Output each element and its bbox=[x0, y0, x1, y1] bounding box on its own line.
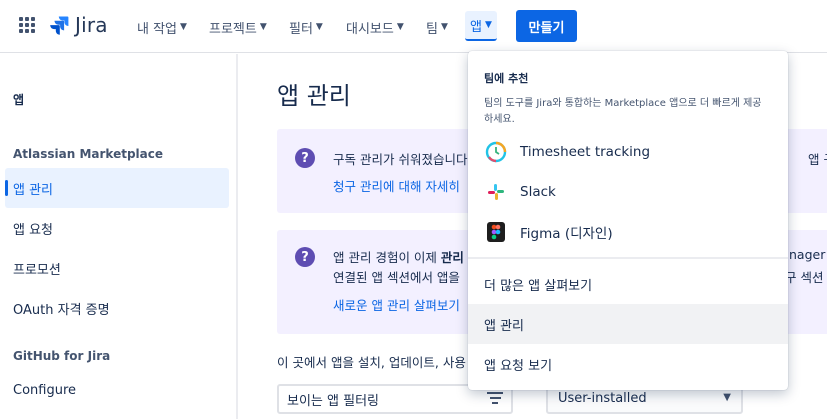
sidebar-item-configure[interactable]: Configure bbox=[5, 370, 229, 410]
question-icon: ? bbox=[295, 247, 315, 267]
chevron-down-icon: ▼ bbox=[259, 22, 267, 32]
sidebar-item-app-requests[interactable]: 앱 요청 bbox=[5, 208, 229, 248]
install-description: 이 곳에서 앱을 설치, 업데이트, 사용 bbox=[277, 355, 466, 370]
sidebar-item-label: 앱 관리 bbox=[13, 182, 54, 198]
panel-text-line2: 연결된 앱 섹션에서 앱을 bbox=[333, 270, 460, 285]
chevron-down-icon: ▼ bbox=[396, 22, 404, 32]
nav-teams[interactable]: 팀 ▼ bbox=[426, 16, 448, 38]
dropdown-app-timesheet[interactable]: Timesheet tracking bbox=[468, 132, 788, 172]
sidebar-item-promotions[interactable]: 프로모션 bbox=[5, 248, 229, 288]
chevron-down-icon: ▼ bbox=[484, 20, 492, 30]
chevron-down-icon: ▼ bbox=[180, 22, 187, 32]
panel-text-prefix: 앱 관리 경험이 이제 bbox=[333, 250, 441, 265]
dropdown-description: 팀의 도구를 Jira와 통합하는 Marketplace 앱으로 더 빠르게 … bbox=[484, 98, 762, 125]
nav-projects[interactable]: 프로젝트 ▼ bbox=[209, 16, 267, 38]
filter-icon bbox=[487, 392, 503, 406]
dropdown-app-figma[interactable]: Figma (디자인) bbox=[468, 212, 788, 252]
nav-label: 프로젝트 bbox=[209, 21, 257, 37]
sidebar: 앱 Atlassian Marketplace 앱 관리 앱 요청 프로모션 O… bbox=[0, 54, 238, 419]
sidebar-item-label: Configure bbox=[13, 382, 77, 398]
dropdown-app-label: Timesheet tracking bbox=[520, 144, 651, 160]
dropdown-item-label: 더 많은 앱 살펴보기 bbox=[484, 278, 593, 294]
nav-label: 팀 bbox=[426, 21, 438, 37]
nav-apps[interactable]: 앱 ▼ bbox=[465, 11, 497, 41]
question-icon: ? bbox=[295, 148, 315, 168]
nav-label: 대시보드 bbox=[346, 21, 394, 37]
jira-logo[interactable]: Jira bbox=[49, 13, 108, 37]
panel-text-bold: 관리 bbox=[440, 250, 464, 265]
app-switcher-icon[interactable] bbox=[19, 17, 35, 33]
dropdown-view-app-requests[interactable]: 앱 요청 보기 bbox=[468, 344, 788, 384]
sidebar-section-github: GitHub for Jira bbox=[13, 349, 111, 363]
slack-icon bbox=[485, 181, 507, 203]
panel-text-right: 앱 구독을 bbox=[808, 152, 827, 167]
dropdown-app-label: Slack bbox=[520, 184, 556, 200]
sidebar-item-label: 앱 요청 bbox=[13, 222, 54, 238]
dropdown-app-slack[interactable]: Slack bbox=[468, 172, 788, 212]
dropdown-app-label: Figma (디자인) bbox=[520, 226, 613, 242]
dropdown-header: 팀에 추천 bbox=[484, 72, 529, 85]
sidebar-item-oauth[interactable]: OAuth 자격 증명 bbox=[5, 288, 229, 328]
sidebar-title: 앱 bbox=[13, 93, 25, 107]
dropdown-item-label: 앱 관리 bbox=[484, 318, 525, 334]
nav-filters[interactable]: 필터 ▼ bbox=[289, 16, 323, 38]
explore-new-app-management-link[interactable]: 새로운 앱 관리 살펴보기 bbox=[333, 295, 460, 314]
sidebar-item-manage-apps[interactable]: 앱 관리 bbox=[5, 168, 229, 208]
panel-text-right-1: nager bbox=[789, 247, 826, 262]
select-value: User-installed bbox=[558, 391, 647, 406]
nav-label: 필터 bbox=[289, 21, 313, 37]
jira-logo-icon bbox=[50, 16, 69, 35]
chevron-down-icon: ▼ bbox=[440, 22, 448, 32]
filter-input-value: 보이는 앱 필터링 bbox=[287, 394, 379, 409]
figma-icon bbox=[485, 221, 507, 243]
nav-label: 내 작업 bbox=[137, 21, 178, 37]
chevron-down-icon: ▼ bbox=[723, 392, 731, 403]
logo-text: Jira bbox=[75, 13, 108, 37]
sidebar-section-marketplace: Atlassian Marketplace bbox=[13, 147, 163, 161]
dropdown-explore-more-apps[interactable]: 더 많은 앱 살펴보기 bbox=[468, 264, 788, 304]
nav-my-work[interactable]: 내 작업 ▼ bbox=[137, 16, 187, 38]
create-button[interactable]: 만들기 bbox=[516, 10, 577, 42]
apps-dropdown-menu: 팀에 추천 팀의 도구를 Jira와 통합하는 Marketplace 앱으로 … bbox=[468, 51, 788, 390]
dropdown-manage-apps[interactable]: 앱 관리 bbox=[468, 304, 788, 344]
sidebar-item-label: OAuth 자격 증명 bbox=[13, 302, 110, 318]
panel-text: 구독 관리가 쉬워졌습니다 bbox=[333, 152, 468, 167]
nav-dashboards[interactable]: 대시보드 ▼ bbox=[346, 16, 404, 38]
dropdown-item-label: 앱 요청 보기 bbox=[484, 358, 553, 374]
sidebar-item-label: 프로모션 bbox=[13, 262, 61, 278]
top-navigation: Jira 내 작업 ▼ 프로젝트 ▼ 필터 ▼ 대시보드 ▼ 팀 ▼ 앱 ▼ 만… bbox=[0, 0, 827, 53]
chevron-down-icon: ▼ bbox=[315, 22, 323, 32]
panel-text-line1: 앱 관리 경험이 이제 관리 bbox=[333, 247, 464, 266]
billing-link[interactable]: 청구 관리에 대해 자세히 bbox=[333, 176, 460, 195]
panel-text-right-2: 구 섹션 bbox=[785, 270, 824, 285]
timesheet-icon bbox=[485, 141, 507, 163]
dropdown-divider bbox=[468, 257, 788, 259]
page-title: 앱 관리 bbox=[277, 82, 351, 110]
nav-label: 앱 bbox=[470, 19, 482, 35]
